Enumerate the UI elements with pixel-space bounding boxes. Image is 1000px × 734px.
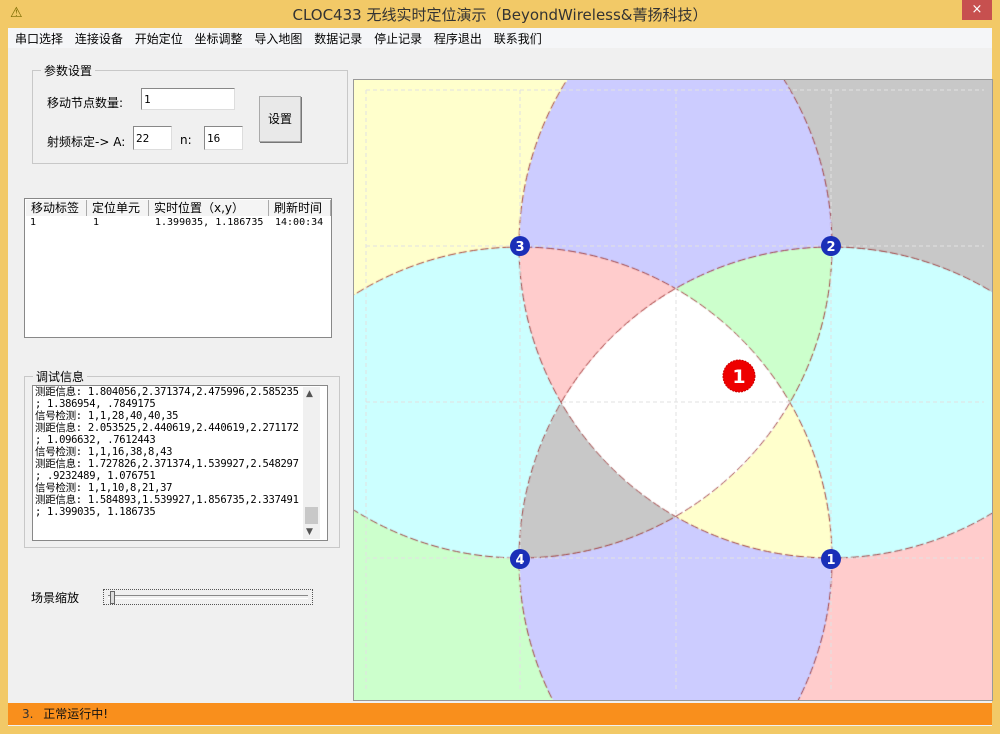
debug-log[interactable]: 测距信息: 1.804056,2.371374,2.475996,2.58523…	[32, 385, 328, 541]
log-line: ; 1.386954, .7849175	[35, 398, 156, 410]
log-line: ; 1.399035, 1.186735	[35, 506, 156, 518]
col-header-tag[interactable]: 移动标签	[26, 200, 87, 216]
log-line: 信号检测: 1,1,16,38,8,43	[35, 446, 173, 458]
tag-label: 1	[732, 366, 745, 388]
map-canvas[interactable]: 1 2 3 4 1	[353, 79, 993, 701]
menu-import-map[interactable]: 导入地图	[247, 28, 302, 47]
anchor-label: 2	[826, 240, 835, 255]
anchor-label: 3	[515, 240, 524, 255]
log-line: 信号检测: 1,1,10,8,21,37	[35, 482, 173, 494]
cell-position: 1.399035, 1.186735	[155, 217, 264, 228]
col-header-time[interactable]: 刷新时间	[269, 200, 331, 216]
close-button[interactable]: ×	[962, 0, 992, 20]
log-line: 信号检测: 1,1,28,40,40,35	[35, 410, 179, 422]
window-title: CLOC433 无线实时定位演示（BeyondWireless&菁扬科技）	[292, 6, 708, 24]
log-line: 测距信息: 1.727826,2.371374,1.539927,2.54829…	[35, 458, 299, 470]
anchor-3[interactable]: 3	[510, 236, 530, 256]
debug-legend: 调试信息	[36, 370, 85, 384]
anchor-2[interactable]: 2	[821, 236, 841, 256]
n-label: n:	[180, 133, 192, 147]
menu-bar: 串口选择 连接设备 开始定位 坐标调整 导入地图 数据记录 停止记录 程序退出 …	[8, 28, 992, 48]
log-line: ; 1.096632, .7612443	[35, 434, 156, 446]
menu-port-select[interactable]: 串口选择	[8, 28, 63, 47]
menu-start[interactable]: 开始定位	[128, 28, 183, 47]
debug-scrollbar[interactable]: ▲ ▼	[303, 387, 320, 539]
col-header-unit[interactable]: 定位单元	[87, 200, 149, 216]
n-input[interactable]	[204, 126, 243, 150]
cell-time: 14:00:34	[275, 217, 324, 228]
slider-track	[108, 595, 308, 599]
menu-coord-adjust[interactable]: 坐标调整	[188, 28, 243, 47]
anchor-4[interactable]: 4	[510, 549, 530, 569]
cell-unit: 1	[93, 217, 100, 228]
a-input[interactable]	[133, 126, 172, 150]
anchor-label: 4	[515, 553, 524, 568]
menu-record[interactable]: 数据记录	[307, 28, 362, 47]
anchor-label: 1	[826, 553, 835, 568]
cell-tag: 1	[30, 217, 37, 228]
scroll-thumb[interactable]	[305, 507, 318, 524]
rf-label: 射频标定-> A:	[47, 135, 126, 149]
zoom-label: 场景缩放	[31, 591, 80, 605]
status-index: 3.	[22, 707, 34, 721]
scroll-up-icon[interactable]: ▲	[306, 389, 313, 399]
scroll-down-icon[interactable]: ▼	[306, 527, 313, 537]
log-line: ; .9232489, 1.076751	[35, 470, 156, 482]
menu-contact[interactable]: 联系我们	[487, 28, 542, 47]
status-text: 正常运行中!	[43, 707, 109, 721]
mobile-tag-1[interactable]: 1	[722, 359, 756, 393]
title-bar: ⚠ CLOC433 无线实时定位演示（BeyondWireless&菁扬科技） …	[0, 0, 1000, 28]
node-count-label: 移动节点数量:	[47, 96, 124, 110]
tag-list: 移动标签 定位单元 实时位置（x,y） 刷新时间 1 1 1.399035, 1…	[24, 198, 332, 338]
menu-stop-record[interactable]: 停止记录	[367, 28, 422, 47]
anchor-1[interactable]: 1	[821, 549, 841, 569]
params-legend: 参数设置	[44, 64, 93, 78]
col-header-position[interactable]: 实时位置（x,y）	[149, 200, 269, 216]
map-overlay: 1 2 3 4 1	[365, 89, 984, 690]
menu-exit[interactable]: 程序退出	[427, 28, 482, 47]
set-button[interactable]: 设置	[259, 96, 301, 142]
log-line: 测距信息: 1.804056,2.371374,2.475996,2.58523…	[35, 386, 299, 398]
menu-connect[interactable]: 连接设备	[68, 28, 123, 47]
node-count-input[interactable]	[141, 88, 235, 110]
log-line: 测距信息: 1.584893,1.539927,1.856735,2.33749…	[35, 494, 299, 506]
slider-thumb[interactable]	[110, 591, 115, 604]
zoom-slider[interactable]	[103, 589, 313, 605]
log-line: 测距信息: 2.053525,2.440619,2.440619,2.27117…	[35, 422, 299, 434]
status-bar: 3. 正常运行中!	[8, 703, 992, 725]
